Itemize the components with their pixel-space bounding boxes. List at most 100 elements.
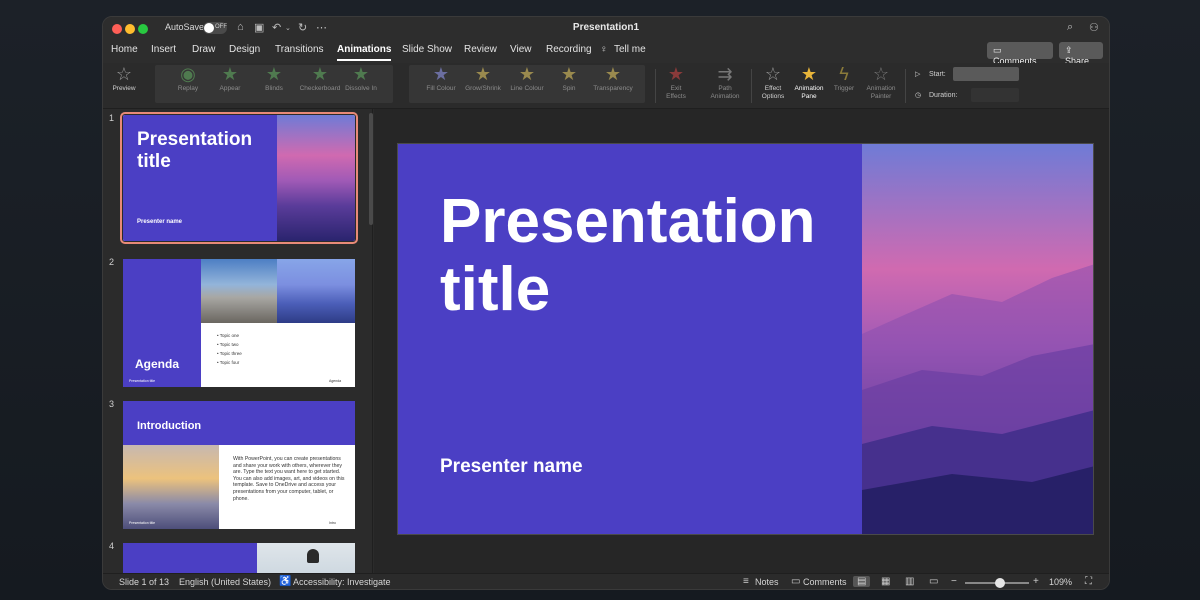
preview-button[interactable]: ☆ Preview (109, 63, 139, 107)
lightbulb-icon: ♀ (600, 44, 608, 55)
mountain-image (277, 259, 355, 323)
thumb-title: Introduction (137, 420, 202, 432)
tab-slide-show[interactable]: Slide Show (402, 44, 452, 55)
star-icon: ★ (604, 64, 622, 84)
star-outline-icon: ☆ (115, 64, 133, 84)
slide-mountain-image[interactable] (862, 144, 1093, 534)
tab-animations[interactable]: Animations (337, 44, 392, 61)
notes-button[interactable]: Notes (755, 577, 779, 587)
effect-options-button[interactable]: ☆ Effect Options (755, 63, 791, 107)
spin-label: Spin (562, 85, 576, 92)
zoom-level[interactable]: 109% (1049, 577, 1072, 587)
animation-painter-label: Animation Painter (866, 85, 896, 100)
slide-sorter-icon[interactable]: ▦ (881, 576, 890, 587)
tab-recording[interactable]: Recording (546, 44, 592, 55)
star-icon: ★ (265, 64, 283, 84)
topic-text: Topic four (219, 360, 240, 365)
zoom-in-icon[interactable]: + (1033, 576, 1039, 587)
fill-colour-effect[interactable]: ★ Fill Colour (421, 63, 461, 107)
slide-thumbnail-4[interactable] (123, 543, 355, 573)
tab-draw[interactable]: Draw (192, 44, 215, 55)
purple-panel (123, 543, 257, 573)
animation-pane-label: Animation Pane (794, 85, 824, 100)
share-icon: ⇪ (1065, 45, 1073, 55)
thumb-presenter: Presenter name (137, 219, 183, 225)
slide-number: 4 (109, 541, 115, 551)
start-dropdown[interactable] (953, 67, 1019, 81)
exit-star-icon: ★ (667, 64, 685, 84)
status-comments-button[interactable]: Comments (803, 577, 847, 587)
ribbon-divider (751, 69, 752, 103)
slide-number: 2 (109, 257, 115, 267)
fit-to-window-icon[interactable]: ⛶ (1085, 576, 1092, 587)
tab-insert[interactable]: Insert (151, 44, 176, 55)
tab-design[interactable]: Design (229, 44, 260, 55)
sunset-image (123, 445, 219, 529)
path-animation-button[interactable]: ⇉ Path Animation (705, 63, 745, 107)
accessibility-status[interactable]: Accessibility: Investigate (293, 577, 391, 587)
duration-label: Duration: (929, 92, 958, 99)
comments-button[interactable]: ▭ Comments (987, 42, 1053, 66)
tab-review[interactable]: Review (464, 44, 497, 55)
checkerboard-effect[interactable]: ★ Checkerboard (295, 63, 345, 107)
share-button[interactable]: ⇪ Share (1059, 42, 1103, 66)
dissolve-in-label: Dissolve In (345, 85, 377, 92)
replay-effect[interactable]: ◉ Replay (169, 63, 207, 107)
thumbnail-scrollbar[interactable] (369, 113, 373, 225)
replay-icon: ◉ (180, 64, 196, 84)
slide-show-icon[interactable]: ▭ (929, 576, 938, 587)
trigger-button[interactable]: ϟ Trigger (829, 63, 859, 107)
start-label: Start: (929, 71, 946, 78)
spin-effect[interactable]: ★ Spin (551, 63, 587, 107)
grow-shrink-effect[interactable]: ★ Grow/Shrink (463, 63, 503, 107)
language-indicator[interactable]: English (United States) (179, 577, 271, 587)
blinds-label: Blinds (265, 85, 283, 92)
ribbon-divider (655, 69, 656, 103)
figure-silhouette (307, 549, 319, 563)
normal-view-icon[interactable]: ▤ (853, 576, 871, 587)
slide-presenter-name[interactable]: Presenter name (440, 456, 583, 478)
reading-view-icon[interactable]: ▥ (905, 576, 914, 587)
exit-effects-button[interactable]: ★ Exit Effects (659, 63, 693, 107)
animation-pane-button[interactable]: ★ Animation Pane (791, 63, 827, 107)
tab-view[interactable]: View (510, 44, 532, 55)
path-animation-label: Path Animation (710, 85, 740, 100)
status-bar: Slide 1 of 13 English (United States) ♿ … (103, 573, 1109, 589)
thumb-title: Presentation title (137, 129, 253, 172)
slide-title[interactable]: Presentation title (440, 188, 840, 324)
thumb-footer: Presentation title (129, 521, 156, 525)
replay-label: Replay (177, 85, 199, 92)
slide-number: 3 (109, 399, 115, 409)
slide-thumbnail-1[interactable]: Presentation title Presenter name (120, 112, 358, 244)
slide-thumbnail-3[interactable]: Introduction With PowerPoint, you can cr… (123, 401, 355, 529)
slide-thumbnail-2[interactable]: Agenda • Topic one • Topic two • Topic t… (123, 259, 355, 387)
appear-label: Appear (219, 85, 241, 92)
mountain-ridges (862, 264, 1093, 534)
star-outline-icon: ☆ (764, 64, 782, 84)
animation-pane-icon: ★ (800, 64, 818, 84)
zoom-out-icon[interactable]: − (951, 576, 957, 587)
line-colour-effect[interactable]: ★ Line Colour (507, 63, 547, 107)
powerpoint-window: AutoSave OFF ⌂ ▣ ↶ ⌄ ↻ ⋯ Presentation1 ⌕… (102, 16, 1110, 590)
share-people-icon[interactable]: ⚇ (1089, 21, 1099, 34)
fill-colour-label: Fill Colour (426, 85, 456, 92)
tab-home[interactable]: Home (111, 44, 138, 55)
notes-icon: ≡ (743, 576, 749, 587)
duration-stepper[interactable] (971, 88, 1019, 102)
thumb-page-label: Agenda (329, 379, 342, 383)
tab-transitions[interactable]: Transitions (275, 44, 324, 55)
tell-me-search[interactable]: Tell me (614, 44, 646, 55)
thumb-title: Agenda (135, 357, 180, 371)
play-icon: ▷ (915, 71, 921, 78)
main-slide-canvas[interactable]: Presentation title Presenter name (397, 143, 1094, 535)
topic-item: • Topic three (217, 351, 242, 356)
appear-effect[interactable]: ★ Appear (211, 63, 249, 107)
title-bar: AutoSave OFF ⌂ ▣ ↶ ⌄ ↻ ⋯ Presentation1 ⌕… (103, 17, 1109, 41)
comment-icon: ▭ (993, 45, 1002, 55)
animation-painter-button[interactable]: ☆ Animation Painter (863, 63, 899, 107)
search-icon[interactable]: ⌕ (1067, 21, 1073, 34)
blinds-effect[interactable]: ★ Blinds (255, 63, 293, 107)
zoom-slider-knob[interactable] (995, 578, 1006, 588)
dissolve-in-effect[interactable]: ★ Dissolve In (341, 63, 381, 107)
transparency-effect[interactable]: ★ Transparency (591, 63, 635, 107)
